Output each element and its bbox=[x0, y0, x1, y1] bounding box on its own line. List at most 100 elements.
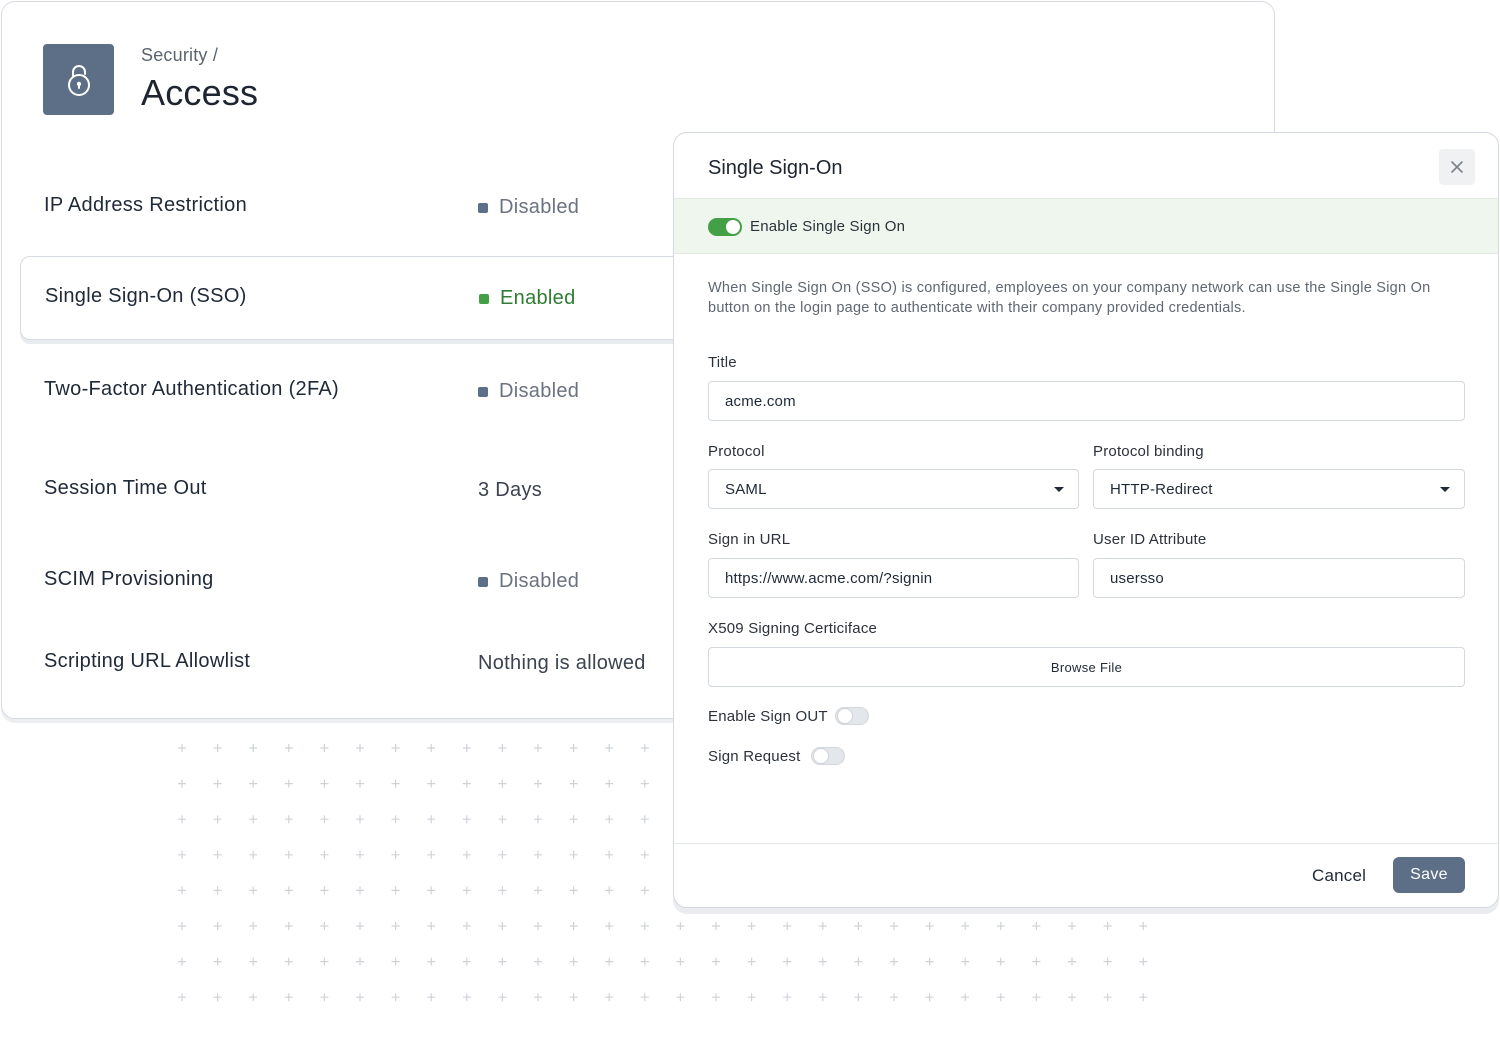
plus-mark bbox=[1139, 957, 1148, 966]
setting-row-sso[interactable]: Single Sign-On (SSO) Enabled bbox=[20, 256, 720, 340]
certificate-label: X509 Signing Certiciface bbox=[708, 620, 878, 637]
plus-mark bbox=[249, 815, 258, 824]
enable-sign-out-label: Enable Sign OUT bbox=[708, 708, 828, 725]
breadcrumb[interactable]: Security / bbox=[141, 45, 218, 66]
plus-mark bbox=[605, 850, 614, 859]
plus-mark bbox=[569, 993, 578, 1002]
sso-modal: Single Sign-On Enable Single Sign On Whe… bbox=[673, 132, 1499, 908]
title-input[interactable]: acme.com bbox=[708, 381, 1465, 421]
plus-mark bbox=[391, 886, 400, 895]
setting-status: Disabled bbox=[478, 570, 579, 593]
plus-mark bbox=[427, 957, 436, 966]
plus-mark bbox=[534, 744, 542, 752]
plus-mark bbox=[569, 886, 578, 895]
plus-mark bbox=[356, 779, 364, 788]
setting-label: Scripting URL Allowlist bbox=[44, 650, 251, 672]
plus-mark bbox=[640, 744, 649, 752]
plus-mark bbox=[320, 815, 329, 824]
enable-sso-toggle[interactable] bbox=[708, 218, 742, 236]
plus-mark bbox=[818, 957, 827, 966]
plus-mark bbox=[249, 744, 258, 752]
plus-mark bbox=[213, 886, 222, 895]
status-text: Disabled bbox=[499, 570, 580, 592]
plus-mark bbox=[249, 957, 258, 966]
plus-mark bbox=[640, 922, 649, 930]
plus-mark bbox=[534, 886, 542, 895]
protocol-binding-label: Protocol binding bbox=[1093, 443, 1204, 460]
plus-mark bbox=[427, 993, 436, 1002]
plus-mark bbox=[427, 779, 436, 788]
plus-mark bbox=[569, 850, 578, 859]
setting-row-session-timeout[interactable]: Session Time Out 3 Days bbox=[20, 449, 720, 533]
plus-mark bbox=[498, 993, 507, 1002]
protocol-binding-select[interactable]: HTTP-Redirect bbox=[1093, 469, 1465, 509]
cancel-button[interactable]: Cancel bbox=[1312, 866, 1366, 886]
plus-mark bbox=[605, 922, 614, 930]
browse-file-button[interactable]: Browse File bbox=[708, 647, 1465, 687]
save-button[interactable]: Save bbox=[1393, 857, 1465, 893]
enable-sign-out-toggle[interactable] bbox=[835, 707, 869, 725]
plus-mark bbox=[961, 993, 970, 1002]
plus-mark bbox=[320, 779, 329, 788]
sign-in-url-input[interactable]: https://www.acme.com/?signin bbox=[708, 558, 1079, 598]
plus-mark bbox=[356, 922, 364, 930]
plus-mark bbox=[890, 922, 898, 930]
plus-mark bbox=[569, 815, 578, 824]
user-id-attribute-label: User ID Attribute bbox=[1093, 531, 1207, 548]
plus-mark bbox=[818, 922, 827, 930]
protocol-label: Protocol bbox=[708, 443, 765, 460]
plus-mark bbox=[462, 779, 471, 788]
plus-mark bbox=[1032, 993, 1041, 1002]
enable-sso-label: Enable Single Sign On bbox=[750, 218, 906, 235]
plus-mark bbox=[534, 850, 542, 859]
setting-status: Disabled bbox=[478, 196, 579, 219]
setting-row-ip-restriction[interactable]: IP Address Restriction Disabled bbox=[20, 166, 720, 250]
setting-row-url-allowlist[interactable]: Scripting URL Allowlist Nothing is allow… bbox=[20, 622, 720, 706]
plus-mark bbox=[640, 957, 649, 966]
plus-mark bbox=[498, 815, 507, 824]
plus-mark bbox=[213, 815, 222, 824]
page-title: Access bbox=[141, 72, 259, 113]
plus-mark bbox=[569, 779, 578, 788]
plus-mark bbox=[640, 850, 649, 859]
plus-mark bbox=[356, 815, 364, 824]
plus-mark bbox=[213, 922, 222, 930]
user-id-attribute-input[interactable]: usersso bbox=[1093, 558, 1465, 598]
setting-label: IP Address Restriction bbox=[44, 194, 247, 216]
plus-mark bbox=[534, 922, 542, 930]
setting-label: Session Time Out bbox=[44, 477, 207, 499]
protocol-binding-value: HTTP-Redirect bbox=[1110, 480, 1213, 498]
sign-request-toggle[interactable] bbox=[811, 747, 845, 765]
plus-mark bbox=[676, 922, 685, 930]
plus-mark bbox=[427, 850, 436, 859]
plus-mark bbox=[818, 993, 827, 1002]
plus-mark bbox=[178, 993, 186, 1002]
protocol-select[interactable]: SAML bbox=[708, 469, 1079, 509]
close-button[interactable] bbox=[1439, 149, 1475, 185]
plus-mark bbox=[996, 957, 1005, 966]
plus-mark bbox=[1139, 922, 1148, 930]
status-text: Enabled bbox=[500, 287, 576, 309]
chevron-down-icon bbox=[1440, 487, 1450, 492]
status-dot-disabled bbox=[478, 576, 488, 587]
status-dot-disabled bbox=[478, 202, 488, 213]
plus-mark bbox=[712, 993, 720, 1002]
plus-mark bbox=[320, 957, 329, 966]
plus-mark bbox=[178, 922, 186, 930]
plus-mark bbox=[391, 744, 400, 752]
plus-mark bbox=[356, 850, 364, 859]
plus-mark bbox=[356, 993, 364, 1002]
setting-row-scim[interactable]: SCIM Provisioning Disabled bbox=[20, 540, 720, 624]
plus-mark bbox=[890, 993, 898, 1002]
plus-mark bbox=[391, 922, 400, 930]
plus-mark bbox=[427, 886, 436, 895]
setting-row-2fa[interactable]: Two-Factor Authentication (2FA) Disabled bbox=[20, 350, 720, 434]
plus-mark bbox=[783, 993, 792, 1002]
plus-mark bbox=[391, 957, 400, 966]
plus-mark bbox=[320, 886, 329, 895]
plus-mark bbox=[1103, 922, 1112, 930]
plus-mark bbox=[249, 922, 258, 930]
plus-mark bbox=[783, 922, 792, 930]
plus-mark bbox=[676, 957, 685, 966]
plus-mark bbox=[498, 922, 507, 930]
